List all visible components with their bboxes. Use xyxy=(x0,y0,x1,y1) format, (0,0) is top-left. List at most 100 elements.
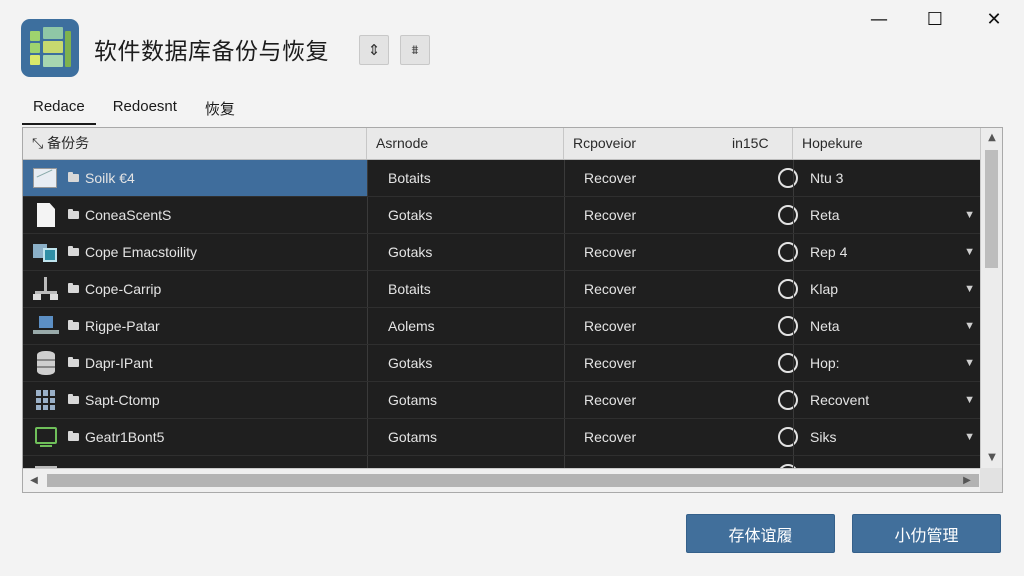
horizontal-scroll-thumb[interactable] xyxy=(47,474,979,487)
row-status: Botaits xyxy=(367,160,564,196)
header-extra[interactable]: Hopekure xyxy=(793,128,981,159)
row-status: Gotaks xyxy=(367,197,564,233)
row-name-cell[interactable]: Cont-Con-Ai xyxy=(23,456,367,468)
row-name-cell[interactable]: Cope Emacstoility xyxy=(23,234,367,270)
row-name: Geatr1Bont5 xyxy=(85,429,165,445)
recover-link[interactable]: Recover xyxy=(584,170,636,186)
row-extra-cell[interactable]: Klap ▼ xyxy=(793,271,981,307)
row-extra-cell[interactable]: Siks ▼ xyxy=(793,419,981,455)
minimize-button[interactable]: — xyxy=(856,6,902,32)
table-row[interactable]: ConeaScentS Gotaks Recover Reta ▼ xyxy=(23,197,981,234)
recover-link[interactable]: Recover xyxy=(584,392,636,408)
table-row[interactable]: Dapr-IPant Gotaks Recover Hop: ▼ xyxy=(23,345,981,382)
row-status: Gotaks xyxy=(367,234,564,270)
row-name: Cont-Con-Ai xyxy=(85,456,162,468)
row-extra-cell[interactable]: Hop: ▼ xyxy=(793,345,981,381)
row-extra: Recovent xyxy=(810,392,870,408)
table-row[interactable]: Cope Emacstoility Gotaks Recover Rep 4 ▼ xyxy=(23,234,981,271)
row-name: Soilk €4 xyxy=(85,170,135,186)
chevron-down-icon[interactable]: ▼ xyxy=(964,382,975,418)
window-icon xyxy=(33,166,59,190)
row-action-cell[interactable]: Recover xyxy=(564,382,798,418)
table-row[interactable]: Sapt-Ctomp Gotams Recover Recovent ▼ xyxy=(23,382,981,419)
row-name-cell[interactable]: Geatr1Bont5 xyxy=(23,419,367,455)
table-row[interactable]: Geatr1Bont5 Gotams Recover Siks ▼ xyxy=(23,419,981,456)
table-row[interactable]: Cont-Con-Ai Aolems Recover Nlu ▼ xyxy=(23,456,981,468)
row-name-cell[interactable]: Sapt-Ctomp xyxy=(23,382,367,418)
table-row[interactable]: Rigpe-Patar Aolems Recover Neta ▼ xyxy=(23,308,981,345)
row-action-cell[interactable]: Recover xyxy=(564,197,798,233)
horizontal-scrollbar[interactable]: ◀ ▶ xyxy=(23,468,1002,492)
row-extra: Hop: xyxy=(810,355,840,371)
row-action-cell[interactable]: Recover xyxy=(564,345,798,381)
row-status: Botaits xyxy=(367,271,564,307)
header-status[interactable]: Asrnode xyxy=(367,128,564,159)
table-row[interactable]: Cope-Carrip Botaits Recover Klap ▼ xyxy=(23,271,981,308)
row-extra-cell[interactable]: Ntu 3 xyxy=(793,160,981,196)
tab-redace[interactable]: Redace xyxy=(22,96,96,125)
row-action-cell[interactable]: Recover xyxy=(564,234,798,270)
row-name-cell[interactable]: Rigpe-Patar xyxy=(23,308,367,344)
row-extra-cell[interactable]: Recovent ▼ xyxy=(793,382,981,418)
recover-link[interactable]: Recover xyxy=(584,429,636,445)
recover-link[interactable]: Recover xyxy=(584,244,636,260)
vertical-scrollbar[interactable]: ▲ ▼ xyxy=(980,128,1002,468)
save-button[interactable]: 存体谊履 xyxy=(686,514,835,553)
recover-link[interactable]: Recover xyxy=(584,355,636,371)
row-name-cell[interactable]: Cope-Carrip xyxy=(23,271,367,307)
row-name-cell[interactable]: ConeaScentS xyxy=(23,197,367,233)
tab-recover[interactable]: 恢复 xyxy=(194,96,246,125)
manage-button[interactable]: 小仂管理 xyxy=(852,514,1001,553)
folder-icon xyxy=(68,246,79,256)
vertical-scroll-thumb[interactable] xyxy=(985,150,998,268)
chevron-down-icon[interactable]: ▼ xyxy=(964,345,975,381)
document-icon xyxy=(33,203,59,227)
scroll-down-icon[interactable]: ▼ xyxy=(981,448,1003,468)
resize-grip-icon[interactable] xyxy=(980,468,1002,492)
row-extra-cell[interactable]: Nlu ▼ xyxy=(793,456,981,468)
recover-link[interactable]: Recover xyxy=(584,318,636,334)
row-extra-cell[interactable]: Neta ▼ xyxy=(793,308,981,344)
row-action-cell[interactable]: Recover xyxy=(564,456,798,468)
row-extra-cell[interactable]: Rep 4 ▼ xyxy=(793,234,981,270)
sort-button[interactable]: ⇕ xyxy=(359,35,389,65)
row-action-cell[interactable]: Recover xyxy=(564,271,798,307)
row-name-cell[interactable]: Dapr-IPant xyxy=(23,345,367,381)
scroll-right-icon[interactable]: ▶ xyxy=(956,471,978,491)
header-action[interactable]: Rcpoveior xyxy=(564,128,714,159)
close-button[interactable]: ✕ xyxy=(971,6,1017,32)
folder-icon xyxy=(68,431,79,441)
table-row[interactable]: Soilk €4 Botaits Recover Ntu 3 xyxy=(23,160,981,197)
chevron-down-icon[interactable]: ▼ xyxy=(964,308,975,344)
chevron-down-icon[interactable]: ▼ xyxy=(964,419,975,455)
scroll-up-icon[interactable]: ▲ xyxy=(981,128,1003,148)
row-name-cell[interactable]: Soilk €4 xyxy=(23,160,367,196)
row-extra: Klap xyxy=(810,281,839,297)
title-bar: 软件数据库备份与恢复 ⇕ ⩩ — ☐ ✕ xyxy=(0,0,1024,82)
row-status: Gotams xyxy=(367,382,564,418)
row-extra-cell[interactable]: Reta ▼ xyxy=(793,197,981,233)
row-name: Cope Emacstoility xyxy=(85,244,198,260)
minimize-icon: — xyxy=(870,8,888,30)
chevron-down-icon[interactable]: ▼ xyxy=(964,197,975,233)
header-progress[interactable]: in15C xyxy=(723,128,793,159)
chevron-down-icon[interactable]: ▼ xyxy=(964,456,975,468)
recover-link[interactable]: Recover xyxy=(584,281,636,297)
row-extra: Reta xyxy=(810,207,840,223)
row-action-cell[interactable]: Recover xyxy=(564,419,798,455)
network-icon xyxy=(33,277,59,301)
row-action-cell[interactable]: Recover xyxy=(564,160,798,196)
maximize-button[interactable]: ☐ xyxy=(912,6,958,32)
grid-icon: ⩩ xyxy=(411,42,419,58)
scroll-left-icon[interactable]: ◀ xyxy=(23,471,45,491)
row-action-cell[interactable]: Recover xyxy=(564,308,798,344)
grid-view-button[interactable]: ⩩ xyxy=(400,35,430,65)
recover-link[interactable]: Recover xyxy=(584,207,636,223)
tab-redoesnt[interactable]: Redoesnt xyxy=(102,96,188,125)
chevron-down-icon[interactable]: ▼ xyxy=(964,234,975,270)
folder-icon xyxy=(68,394,79,404)
header-name[interactable]: ⤡ 备份务 xyxy=(23,128,367,159)
row-extra: Rep 4 xyxy=(810,244,848,260)
chevron-down-icon[interactable]: ▼ xyxy=(964,271,975,307)
folder-icon xyxy=(68,320,79,330)
